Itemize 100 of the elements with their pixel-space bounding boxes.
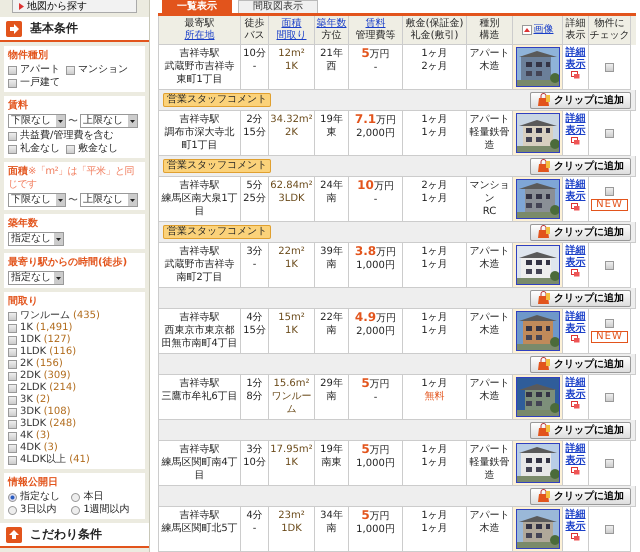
checkbox[interactable] [8,336,17,344]
checkbox-label[interactable]: 共益費/管理費を含む [20,130,114,142]
detail-link[interactable]: 詳細表示 [563,47,588,71]
checkbox[interactable] [8,348,17,356]
checkbox[interactable] [8,372,17,380]
column-sort-link[interactable]: 所在地 [184,30,214,42]
checkbox-label[interactable]: 3DK [20,406,41,418]
checkbox[interactable] [66,66,75,74]
popup-window-icon[interactable] [571,269,580,277]
view-tab[interactable]: 間取図表示 [238,0,318,13]
clip-button[interactable]: クリップに追加 [530,290,631,306]
checkbox[interactable] [605,260,614,270]
sort-icon[interactable] [522,25,532,35]
radio-label[interactable]: 指定なし [20,491,60,503]
checkbox[interactable] [8,132,17,140]
checkbox-label[interactable]: 1K [20,322,33,334]
popup-window-icon[interactable] [571,533,580,541]
checkbox-label[interactable]: 礼金なし [20,143,60,155]
clip-button[interactable]: クリップに追加 [530,356,631,372]
radio-label[interactable]: 本日 [83,491,104,503]
checkbox[interactable] [66,144,75,154]
checkbox-label[interactable]: 敷金なし [78,143,118,155]
checkbox[interactable] [8,144,17,154]
dropdown[interactable]: 指定なし [8,271,64,285]
staff-comment-badge[interactable]: 営業スタッフコメント [163,159,271,173]
clip-button[interactable]: クリップに追加 [530,422,631,438]
detail-link[interactable]: 詳細表示 [563,245,588,269]
popup-window-icon[interactable] [571,137,580,145]
popup-window-icon[interactable] [571,335,580,343]
property-type: アパート [470,47,510,60]
checkbox-label[interactable]: ワンルーム [20,310,70,322]
radio-label[interactable]: 1週間以内 [83,504,130,516]
checkbox-label[interactable]: アパート [20,64,60,76]
checkbox-label[interactable]: 1LDK [20,346,46,358]
checkbox[interactable] [605,128,614,138]
clip-button[interactable]: クリップに追加 [530,92,631,108]
checkbox-label[interactable]: 4K [20,430,33,442]
map-search-button[interactable]: 地図から探す [12,0,137,13]
checkbox-label[interactable]: 4LDK以上 [20,454,66,466]
checkbox[interactable] [8,456,17,464]
checkbox[interactable] [8,360,17,368]
popup-window-icon[interactable] [571,203,580,211]
checkbox-label[interactable]: 一戸建て [20,77,60,89]
column-sort-link[interactable]: 築年数 [316,18,346,30]
radio-button[interactable] [8,492,17,502]
checkbox[interactable] [8,78,17,88]
checkbox[interactable] [605,319,614,328]
dropdown[interactable]: 下限なし [8,114,66,128]
radio-button[interactable] [8,506,17,514]
checkbox[interactable] [8,420,17,428]
detail-link[interactable]: 詳細表示 [563,113,588,137]
dropdown[interactable]: 上限なし [80,114,138,128]
detail-link[interactable]: 詳細表示 [563,311,588,335]
popup-window-icon[interactable] [571,71,580,79]
column-sort-link[interactable]: 画像 [534,24,554,36]
column-sort-link[interactable]: 賃料 [366,18,386,30]
building-age: 21年 [320,47,343,60]
checkbox[interactable] [605,187,614,196]
radio-button[interactable] [71,492,80,502]
clip-button[interactable]: クリップに追加 [530,224,631,240]
popup-window-icon[interactable] [571,401,580,409]
checkbox[interactable] [605,524,614,534]
property-type: アパート [470,113,510,126]
checkbox-label[interactable]: 3K [20,394,33,406]
radio-label[interactable]: 3日以内 [20,504,56,516]
column-sort-link[interactable]: 間取り [276,30,306,42]
checkbox-label[interactable]: 2LDK [20,382,46,394]
dropdown[interactable]: 上限なし [80,193,138,207]
checkbox-label[interactable]: 3LDK [20,418,46,430]
checkbox[interactable] [8,444,17,452]
staff-comment-badge[interactable]: 営業スタッフコメント [163,93,271,107]
clip-button[interactable]: クリップに追加 [530,488,631,504]
count-text: (435) [73,310,100,322]
checkbox[interactable] [605,458,614,468]
checkbox[interactable] [605,392,614,402]
detail-link[interactable]: 詳細表示 [563,509,588,533]
checkbox-label[interactable]: マンション [78,64,128,76]
dropdown[interactable]: 指定なし [8,232,64,246]
checkbox-label[interactable]: 2K [20,358,33,370]
detail-link[interactable]: 詳細表示 [563,179,588,203]
checkbox[interactable] [8,384,17,392]
checkbox[interactable] [8,66,17,74]
checkbox-label[interactable]: 4DK [20,442,41,454]
checkbox-label[interactable]: 1DK [20,334,41,346]
checkbox-label[interactable]: 2DK [20,370,41,382]
checkbox[interactable] [605,62,614,72]
staff-comment-badge[interactable]: 営業スタッフコメント [163,225,271,239]
checkbox[interactable] [8,408,17,416]
checkbox[interactable] [8,324,17,332]
popup-window-icon[interactable] [571,467,580,475]
checkbox[interactable] [8,432,17,440]
detail-link[interactable]: 詳細表示 [563,377,588,401]
checkbox[interactable] [8,396,17,404]
view-tab[interactable]: 一覧表示 [162,0,232,13]
detail-link[interactable]: 詳細表示 [563,443,588,467]
radio-button[interactable] [71,506,80,514]
dropdown[interactable]: 下限なし [8,193,66,207]
clip-button[interactable]: クリップに追加 [530,158,631,174]
checkbox[interactable] [8,312,17,320]
column-sort-link[interactable]: 面積 [282,18,302,30]
